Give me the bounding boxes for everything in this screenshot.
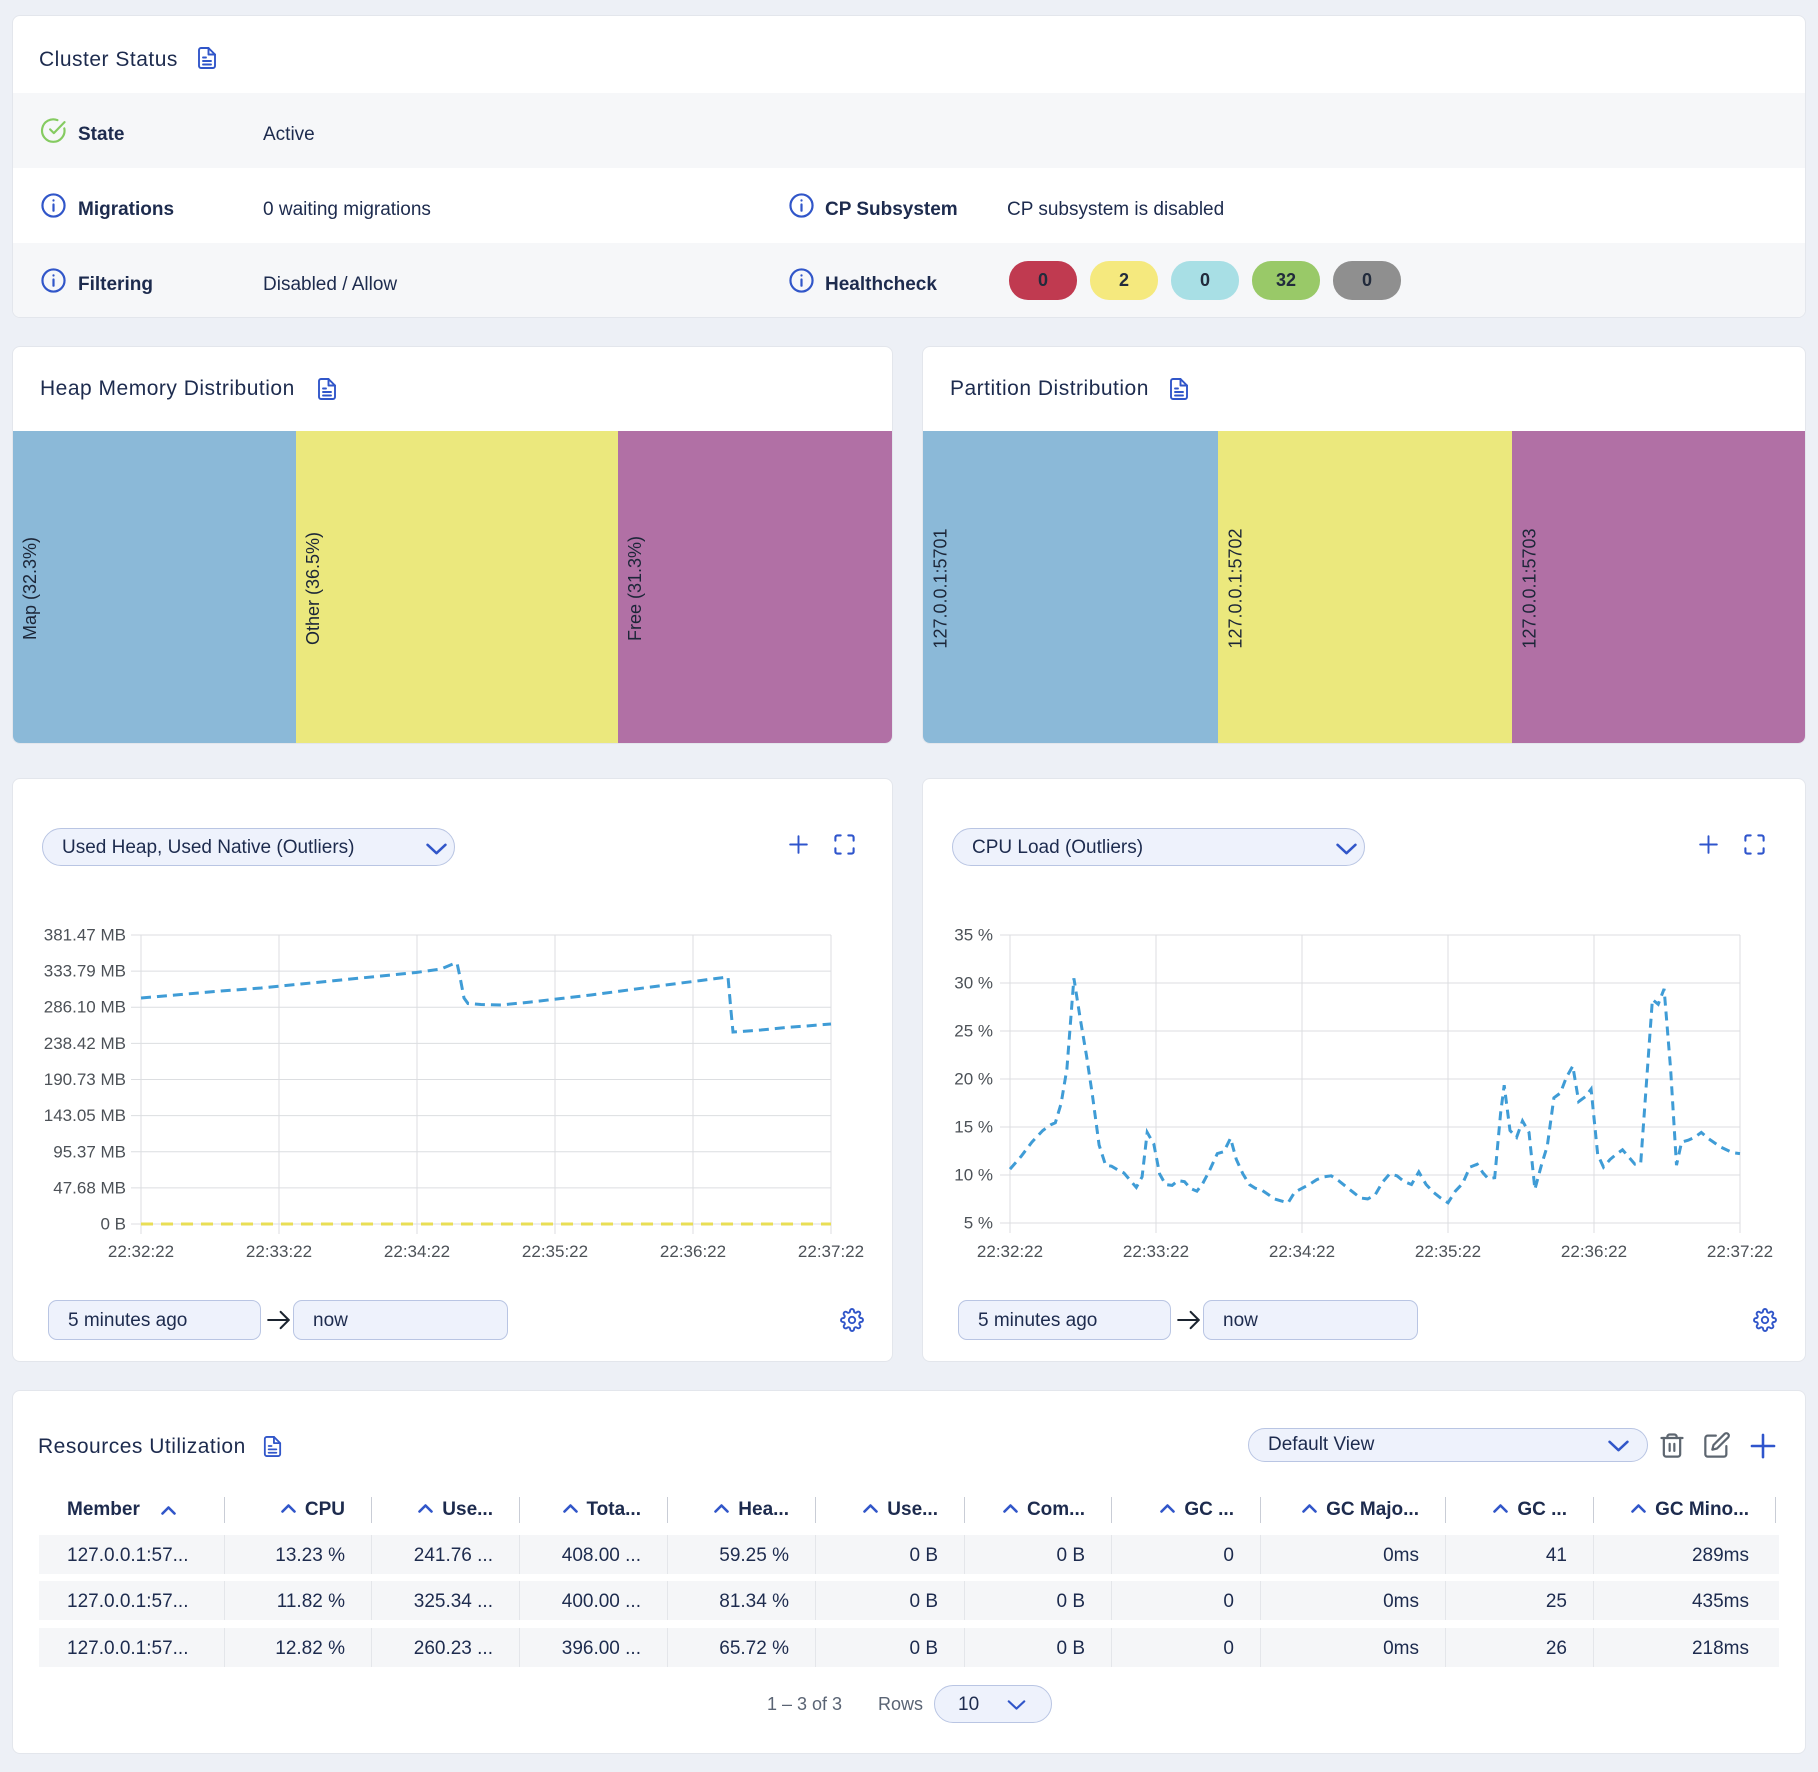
svg-text:22:33:22: 22:33:22 (1123, 1242, 1189, 1261)
svg-text:95.37 MB: 95.37 MB (53, 1142, 126, 1161)
svg-text:30 %: 30 % (954, 973, 993, 992)
svg-text:22:35:22: 22:35:22 (522, 1242, 588, 1261)
svg-text:22:34:22: 22:34:22 (1269, 1242, 1335, 1261)
svg-text:20 %: 20 % (954, 1069, 993, 1088)
svg-text:333.79 MB: 333.79 MB (44, 962, 126, 981)
svg-text:22:32:22: 22:32:22 (977, 1242, 1043, 1261)
svg-text:22:32:22: 22:32:22 (108, 1242, 174, 1261)
svg-text:190.73 MB: 190.73 MB (44, 1070, 126, 1089)
svg-text:5 %: 5 % (964, 1213, 993, 1232)
svg-text:15 %: 15 % (954, 1117, 993, 1136)
svg-text:22:37:22: 22:37:22 (1707, 1242, 1773, 1261)
svg-text:10 %: 10 % (954, 1165, 993, 1184)
svg-text:143.05 MB: 143.05 MB (44, 1106, 126, 1125)
svg-text:22:36:22: 22:36:22 (1561, 1242, 1627, 1261)
svg-text:286.10 MB: 286.10 MB (44, 998, 126, 1017)
svg-text:22:35:22: 22:35:22 (1415, 1242, 1481, 1261)
svg-text:22:36:22: 22:36:22 (660, 1242, 726, 1261)
svg-text:381.47 MB: 381.47 MB (44, 925, 126, 944)
svg-text:22:37:22: 22:37:22 (798, 1242, 864, 1261)
svg-text:35 %: 35 % (954, 925, 993, 944)
svg-text:22:33:22: 22:33:22 (246, 1242, 312, 1261)
svg-text:0 B: 0 B (100, 1214, 126, 1233)
svg-text:25 %: 25 % (954, 1021, 993, 1040)
svg-text:22:34:22: 22:34:22 (384, 1242, 450, 1261)
svg-text:47.68 MB: 47.68 MB (53, 1178, 126, 1197)
svg-text:238.42 MB: 238.42 MB (44, 1034, 126, 1053)
